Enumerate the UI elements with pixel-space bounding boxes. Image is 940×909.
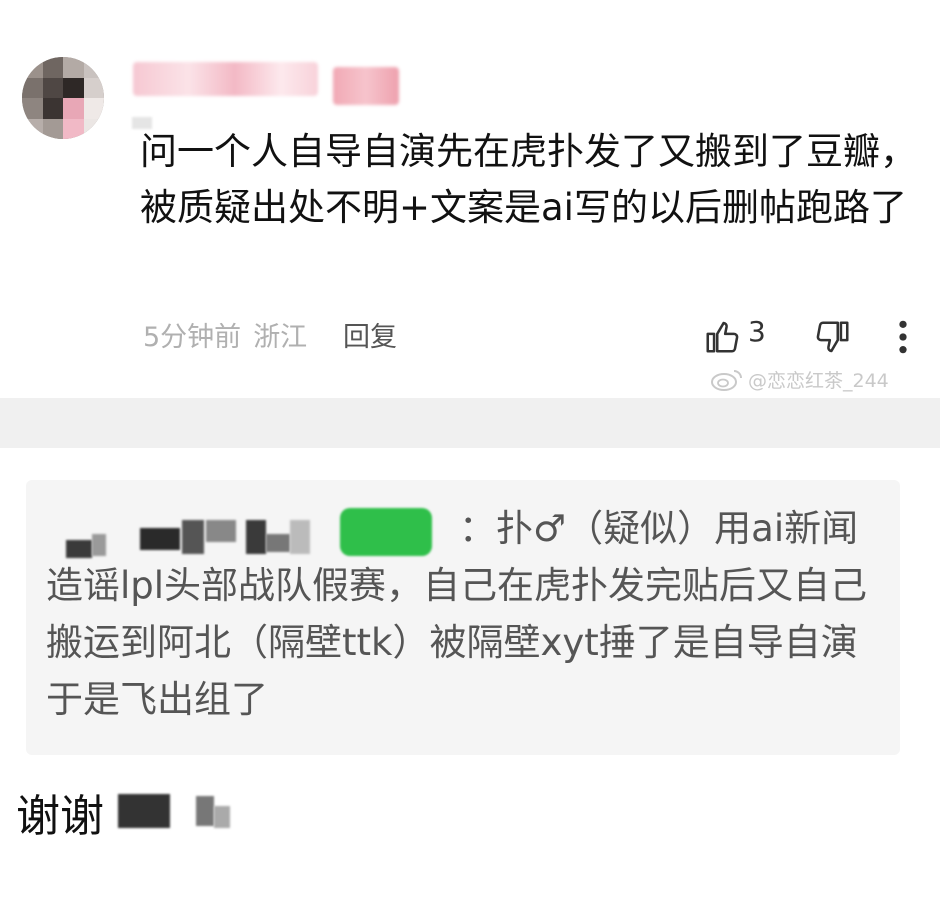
bottom-blurred [196,796,214,826]
thumbs-up-icon[interactable] [703,318,741,356]
reply-button[interactable]: 回复 [343,315,397,354]
comment-time: 5分钟前 [143,322,242,353]
comment-text: 问一个人自导自演先在虎扑发了又搬到了豆瓣，被质疑出处不明+文案是ai写的以后删帖… [140,130,917,229]
thumbs-down-icon[interactable] [814,318,852,356]
user-tag-blurred [333,67,399,105]
avatar[interactable] [22,57,104,139]
comment-location: 浙江 [253,322,308,353]
comment-card: 问一个人自导自演先在虎扑发了又搬到了豆瓣，被质疑出处不明+文案是ai写的以后删帖… [0,0,940,398]
like-count: 3 [748,315,766,348]
comment-meta: 5分钟前 浙江 [143,315,307,354]
weibo-logo-icon [711,369,742,391]
watermark-text: @恋恋红茶_244 [748,370,889,392]
quoted-reply-text: ：扑♂（疑似）用ai新闻造谣lpl头部战队假赛，自己在虎扑发完贴后又自己搬运到阿… [46,507,868,721]
bottom-blurred [214,806,230,828]
separator-white [0,448,940,478]
watermark: @恋恋红茶_244 [710,366,889,393]
more-vertical-icon[interactable] [896,318,910,356]
bottom-text: 谢谢 [16,791,104,842]
bottom-blurred [118,794,170,828]
username-blurred[interactable] [133,62,318,96]
